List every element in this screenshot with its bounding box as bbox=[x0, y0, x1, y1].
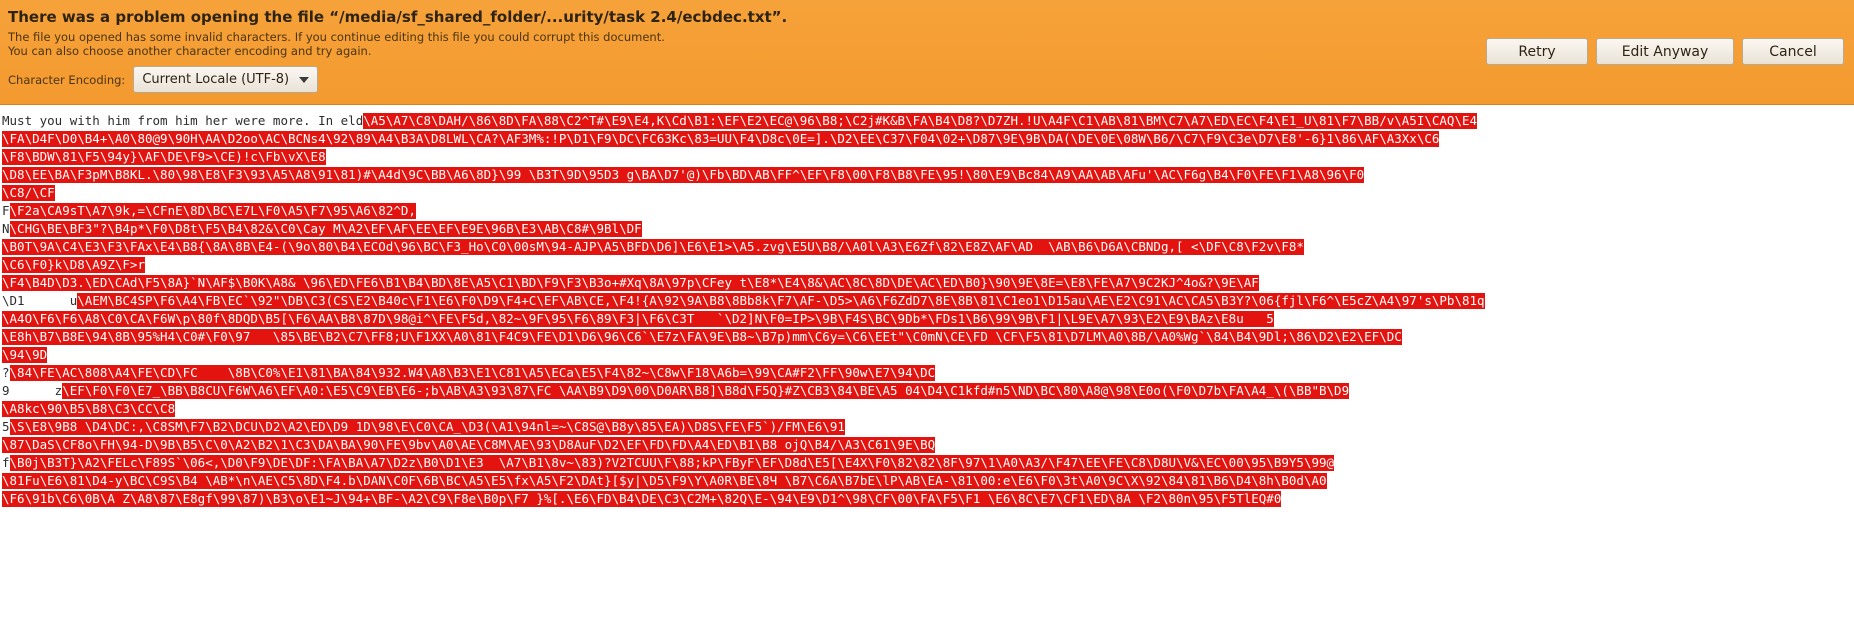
text-segment: F bbox=[2, 202, 10, 218]
editor-line[interactable]: \F6\91b\C6\0B\A Z\A8\87\E8gf\99\87)\B3\o… bbox=[0, 489, 1854, 507]
text-segment: \D1 u bbox=[2, 292, 78, 308]
text-segment: ? bbox=[2, 364, 10, 380]
editor-line[interactable]: \F8\BDW\81\F5\94y}\AF\DE\F9>\CE)!c\Fb\vX… bbox=[0, 147, 1854, 165]
text-editor-area[interactable]: Must you with him from him her were more… bbox=[0, 105, 1854, 621]
encoding-error-infobar: There was a problem opening the file “/m… bbox=[0, 0, 1854, 105]
retry-button[interactable]: Retry bbox=[1486, 38, 1588, 65]
invalid-bytes-segment: \F8\BDW\81\F5\94y}\AF\DE\F9>\CE)!c\Fb\vX… bbox=[2, 148, 326, 165]
editor-line[interactable]: \87\DaS\CF8o\FH\94-D\9B\B5\C\0\A2\B2\1\C… bbox=[0, 435, 1854, 453]
invalid-bytes-segment: \F6\91b\C6\0B\A Z\A8\87\E8gf\99\87)\B3\o… bbox=[2, 490, 1282, 507]
editor-line[interactable]: 9 z\EF\F0\F0\E7_\BB\B8CU\F6W\A6\EF\A0:\E… bbox=[0, 381, 1854, 399]
invalid-bytes-segment: \94\9D bbox=[2, 346, 48, 363]
invalid-bytes-segment: \A8kc\90\B5\B8\C3\CC\C8 bbox=[2, 400, 176, 417]
editor-line[interactable]: \81Fu\E6\81\D4-y\BC\C9S\B4 \AB*\n\AE\C5\… bbox=[0, 471, 1854, 489]
invalid-bytes-segment: \B0T\9A\C4\E3\F3\FAx\E4\B8{\8A\8B\E4-(\9… bbox=[2, 238, 1304, 255]
editor-scrollbar[interactable] bbox=[1844, 105, 1854, 621]
editor-line[interactable]: \A8kc\90\B5\B8\C3\CC\C8 bbox=[0, 399, 1854, 417]
editor-line[interactable]: \FA\D4F\D0\B4+\A0\80@9\90H\AA\D2oo\AC\BC… bbox=[0, 129, 1854, 147]
invalid-bytes-segment: \84\FE\AC\808\A4\FE\CD\FC \8B\C0%\E1\81\… bbox=[9, 364, 936, 381]
invalid-bytes-segment: \AEM\BC4SP\F6\A4\FB\EC`\92"\DB\C3(CS\E2\… bbox=[77, 292, 1485, 309]
character-encoding-row: Character Encoding: Current Locale (UTF-… bbox=[8, 66, 319, 93]
editor-line[interactable]: 5\S\E8\9B8 \D4\DC:,\C8SM\F7\B2\DCU\D2\A2… bbox=[0, 417, 1854, 435]
character-encoding-value: Current Locale (UTF-8) bbox=[142, 72, 290, 87]
infobar-description-line-1: The file you opened has some invalid cha… bbox=[8, 30, 665, 44]
invalid-bytes-segment: \A5\A7\C8\DAH/\86\8D\FA\88\C2^T#\E9\E4,K… bbox=[363, 112, 1478, 129]
editor-line[interactable]: \E8h\B7\B8E\94\8B\95%H4\C0#\F0\97 \85\BE… bbox=[0, 327, 1854, 345]
edit-anyway-button[interactable]: Edit Anyway bbox=[1596, 38, 1734, 65]
invalid-bytes-segment: \81Fu\E6\81\D4-y\BC\C9S\B4 \AB*\n\AE\C5\… bbox=[2, 472, 1327, 489]
invalid-bytes-segment: \A4O\F6\F6\A8\C0\CA\F6W\p\80f\8DQD\B5[\F… bbox=[2, 310, 1274, 327]
invalid-bytes-segment: \EF\F0\F0\E7_\BB\B8CU\F6W\A6\EF\A0:\E5\C… bbox=[62, 382, 1350, 399]
invalid-bytes-segment: \B0j\B3T}\A2\FELc\F89S`\06<,\D0\F9\DE\DF… bbox=[9, 454, 1335, 471]
character-encoding-label: Character Encoding: bbox=[8, 72, 126, 87]
editor-lines: Must you with him from him her were more… bbox=[0, 105, 1854, 507]
invalid-bytes-segment: \CHG\BE\BF3"?\B4p*\F0\D8t\F5\B4\82&\C0\C… bbox=[9, 220, 642, 237]
editor-line[interactable]: Must you with him from him her were more… bbox=[0, 111, 1854, 129]
text-segment: 5 bbox=[2, 418, 10, 434]
editor-line[interactable]: \D8\EE\BA\F3pM\B8KL.\80\98\E8\F3\93\A5\A… bbox=[0, 165, 1854, 183]
infobar-description-line-2: You can also choose another character en… bbox=[8, 44, 372, 58]
text-segment: Must you with him from him her were more… bbox=[2, 112, 364, 128]
text-segment: f bbox=[2, 454, 10, 470]
invalid-bytes-segment: \87\DaS\CF8o\FH\94-D\9B\B5\C\0\A2\B2\1\C… bbox=[2, 436, 936, 453]
invalid-bytes-segment: \E8h\B7\B8E\94\8B\95%H4\C0#\F0\97 \85\BE… bbox=[2, 328, 1402, 345]
editor-line[interactable]: f\B0j\B3T}\A2\FELc\F89S`\06<,\D0\F9\DE\D… bbox=[0, 453, 1854, 471]
invalid-bytes-segment: \C8/\CF bbox=[2, 184, 55, 201]
invalid-bytes-segment: \F2a\CA9sT\A7\9k,=\CFnE\8D\BC\E7L\F0\A5\… bbox=[9, 202, 416, 219]
editor-line[interactable]: \C6\F0}k\D8\A9Z\F>r bbox=[0, 255, 1854, 273]
editor-line[interactable]: \B0T\9A\C4\E3\F3\FAx\E4\B8{\8A\8B\E4-(\9… bbox=[0, 237, 1854, 255]
editor-line[interactable]: \D1 u\AEM\BC4SP\F6\A4\FB\EC`\92"\DB\C3(C… bbox=[0, 291, 1854, 309]
editor-line[interactable]: \F4\B4D\D3.\ED\CAd\F5\8A}`N\AF$\B0K\A8& … bbox=[0, 273, 1854, 291]
infobar-description: The file you opened has some invalid cha… bbox=[8, 30, 665, 58]
infobar-actions: Retry Edit Anyway Cancel bbox=[1486, 38, 1844, 65]
invalid-bytes-segment: \FA\D4F\D0\B4+\A0\80@9\90H\AA\D2oo\AC\BC… bbox=[2, 130, 1440, 147]
editor-line[interactable]: ?\84\FE\AC\808\A4\FE\CD\FC \8B\C0%\E1\81… bbox=[0, 363, 1854, 381]
editor-line[interactable]: \94\9D bbox=[0, 345, 1854, 363]
cancel-button[interactable]: Cancel bbox=[1742, 38, 1844, 65]
editor-line[interactable]: F\F2a\CA9sT\A7\9k,=\CFnE\8D\BC\E7L\F0\A5… bbox=[0, 201, 1854, 219]
infobar-title: There was a problem opening the file “/m… bbox=[8, 8, 788, 26]
chevron-down-icon bbox=[299, 76, 310, 83]
invalid-bytes-segment: \D8\EE\BA\F3pM\B8KL.\80\98\E8\F3\93\A5\A… bbox=[2, 166, 1365, 183]
character-encoding-select[interactable]: Current Locale (UTF-8) bbox=[133, 66, 319, 93]
editor-line[interactable]: \C8/\CF bbox=[0, 183, 1854, 201]
text-segment: N bbox=[2, 220, 10, 236]
editor-line[interactable]: \A4O\F6\F6\A8\C0\CA\F6W\p\80f\8DQD\B5[\F… bbox=[0, 309, 1854, 327]
invalid-bytes-segment: \F4\B4D\D3.\ED\CAd\F5\8A}`N\AF$\B0K\A8& … bbox=[2, 274, 1259, 291]
text-segment: 9 z bbox=[2, 382, 63, 398]
editor-line[interactable]: N\CHG\BE\BF3"?\B4p*\F0\D8t\F5\B4\82&\C0\… bbox=[0, 219, 1854, 237]
invalid-bytes-segment: \C6\F0}k\D8\A9Z\F>r bbox=[2, 256, 145, 273]
invalid-bytes-segment: \S\E8\9B8 \D4\DC:,\C8SM\F7\B2\DCU\D2\A2\… bbox=[9, 418, 845, 435]
